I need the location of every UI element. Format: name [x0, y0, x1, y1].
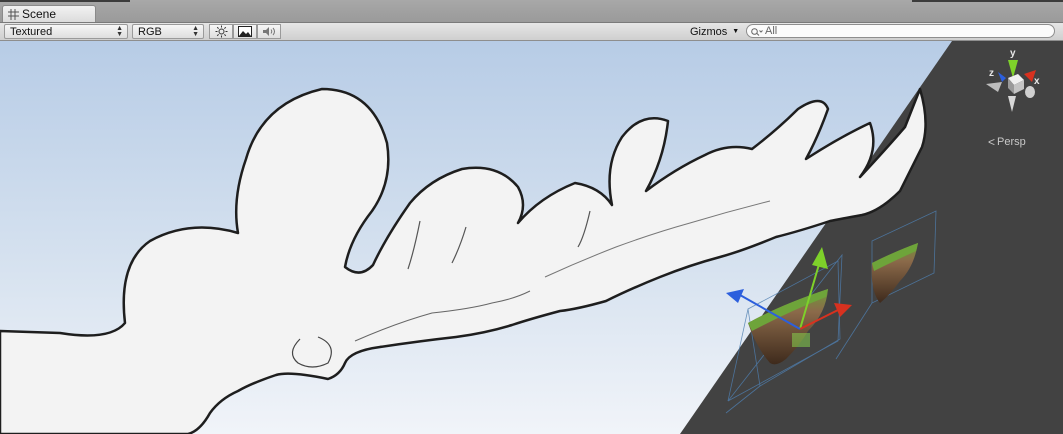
draw-mode-dropdown[interactable]: Textured ▲ ▼: [4, 24, 128, 39]
projection-label: Persp: [997, 136, 1026, 148]
dropdown-arrows-icon: ▲ ▼: [192, 25, 199, 38]
search-icon: [751, 27, 763, 36]
projection-toggle[interactable]: < Persp: [988, 135, 1026, 149]
tab-strip-divider: [912, 0, 1063, 2]
axis-label-x: x: [1034, 76, 1040, 87]
axis-negy-cone: [1008, 96, 1016, 112]
sun-icon: [215, 25, 227, 38]
tab-strip: Scene: [0, 0, 1063, 23]
draw-mode-value: Textured: [10, 25, 53, 38]
scene-audio-toggle[interactable]: [257, 24, 281, 39]
gizmos-label: Gizmos: [690, 25, 728, 38]
axis-negz-cone: [1025, 86, 1035, 98]
scene-viewport[interactable]: y z x < Persp: [0, 41, 1063, 434]
render-mode-value: RGB: [138, 25, 162, 38]
caret-down-icon: ▼: [732, 28, 740, 35]
orientation-gizmo[interactable]: y z x: [980, 48, 1042, 118]
scene-canvas: [0, 41, 952, 434]
axis-negx-cone: [986, 82, 1002, 92]
tab-scene[interactable]: Scene: [2, 5, 96, 22]
floating-island-sprite: [871, 243, 918, 303]
scene-effects-toggle[interactable]: [233, 24, 257, 39]
tab-label: Scene: [22, 7, 57, 21]
speaker-icon: [262, 27, 275, 36]
search-input[interactable]: [765, 25, 1035, 37]
axis-label-y: y: [1010, 48, 1016, 59]
search-field[interactable]: [746, 24, 1055, 38]
axis-z-cone: [998, 72, 1006, 82]
scene-lighting-toggle[interactable]: [209, 24, 233, 39]
image-icon: [238, 26, 252, 37]
render-mode-dropdown[interactable]: RGB ▲ ▼: [132, 24, 204, 39]
scene-toolbar: Textured ▲ ▼ RGB ▲ ▼ Gizmos ▼ All: [0, 23, 1063, 41]
grid-icon: [8, 8, 19, 20]
tab-strip-divider: [0, 0, 130, 2]
chevron-left-icon: <: [988, 135, 996, 149]
scene-window: Scene Textured ▲ ▼ RGB ▲ ▼ Gizmos ▼ All …: [0, 0, 1063, 434]
dropdown-arrows-icon: ▲ ▼: [116, 25, 123, 38]
gizmos-dropdown[interactable]: Gizmos ▼: [684, 24, 740, 39]
axis-label-z: z: [989, 68, 994, 79]
